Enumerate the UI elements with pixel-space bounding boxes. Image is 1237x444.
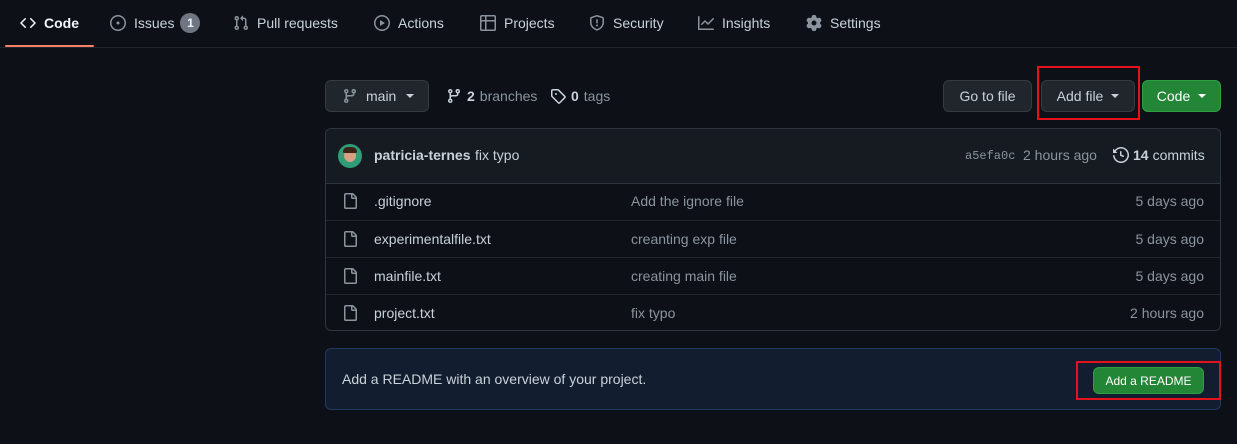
issues-count-badge: 1	[180, 13, 201, 33]
tab-actions[interactable]: Actions	[374, 0, 444, 46]
commit-time: 2 hours ago	[1023, 147, 1097, 163]
file-icon	[344, 231, 357, 247]
file-commit-message-link[interactable]: creanting exp file	[631, 231, 737, 247]
chevron-down-icon	[1198, 94, 1207, 98]
git-branch-icon	[447, 89, 460, 104]
tags-link[interactable]: 0 tags	[550, 88, 610, 104]
tab-code-label: Code	[44, 15, 79, 31]
git-pull-request-icon	[234, 15, 249, 31]
file-icon	[344, 193, 357, 209]
git-branch-icon	[343, 89, 356, 104]
play-icon	[374, 15, 390, 31]
code-dropdown-button[interactable]: Code	[1142, 80, 1221, 112]
latest-commit-bar: patricia-ternes fix typo a5efa0c 2 hours…	[326, 129, 1220, 184]
add-file-button[interactable]: Add file	[1041, 80, 1135, 112]
commit-sha-link[interactable]: a5efa0c	[965, 149, 1015, 163]
issue-opened-icon	[110, 15, 126, 31]
file-icon	[344, 305, 357, 321]
tag-icon	[551, 89, 566, 104]
add-file-label: Add file	[1056, 88, 1104, 104]
tags-label: tags	[583, 88, 611, 104]
commits-count: 14	[1133, 147, 1149, 163]
gear-icon	[806, 15, 822, 31]
tags-count: 0	[571, 88, 579, 104]
file-age: 5 days ago	[1135, 193, 1205, 209]
tab-projects-label: Projects	[504, 15, 555, 31]
selected-tab-underline	[5, 45, 94, 47]
readme-banner: Add a README with an overview of your pr…	[325, 348, 1221, 410]
tab-security[interactable]: Security	[589, 0, 664, 46]
file-icon	[344, 268, 357, 284]
file-row[interactable]: project.txt fix typo 2 hours ago	[326, 294, 1220, 330]
tab-actions-label: Actions	[398, 15, 444, 31]
tab-insights[interactable]: Insights	[698, 0, 770, 46]
graph-icon	[698, 16, 714, 30]
table-icon	[480, 15, 496, 31]
file-name-link[interactable]: mainfile.txt	[374, 268, 441, 284]
commit-author-link[interactable]: patricia-ternes	[374, 147, 470, 163]
file-browser: patricia-ternes fix typo a5efa0c 2 hours…	[325, 128, 1221, 331]
avatar[interactable]	[338, 144, 362, 168]
commit-message-link[interactable]: fix typo	[475, 147, 519, 163]
file-row[interactable]: experimentalfile.txt creanting exp file …	[326, 220, 1220, 257]
file-name-link[interactable]: project.txt	[374, 305, 435, 321]
tab-settings[interactable]: Settings	[806, 0, 881, 46]
branch-name: main	[366, 88, 397, 104]
file-commit-message-link[interactable]: fix typo	[631, 305, 675, 321]
chevron-down-icon	[1111, 94, 1120, 98]
shield-icon	[590, 15, 604, 31]
tab-security-label: Security	[613, 15, 664, 31]
go-to-file-button[interactable]: Go to file	[943, 80, 1032, 112]
repo-nav: Code Issues 1 Pull requests Actions Proj…	[0, 0, 1237, 48]
file-name-link[interactable]: .gitignore	[374, 193, 432, 209]
tab-insights-label: Insights	[722, 15, 771, 31]
readme-prompt-text: Add a README with an overview of your pr…	[342, 371, 647, 387]
branches-label: branches	[479, 88, 538, 104]
go-to-file-label: Go to file	[959, 88, 1016, 104]
commits-label: commits	[1152, 147, 1205, 163]
commits-history-link[interactable]: 14 commits	[1113, 147, 1205, 163]
chevron-down-icon	[406, 94, 415, 98]
file-age: 2 hours ago	[1130, 305, 1204, 321]
code-button-label: Code	[1156, 88, 1191, 104]
branches-count: 2	[467, 88, 475, 104]
file-age: 5 days ago	[1135, 231, 1205, 247]
tab-issues[interactable]: Issues 1	[110, 0, 201, 46]
tab-settings-label: Settings	[830, 15, 881, 31]
file-row[interactable]: mainfile.txt creating main file 5 days a…	[326, 257, 1220, 294]
file-age: 5 days ago	[1135, 268, 1205, 284]
file-row[interactable]: .gitignore Add the ignore file 5 days ag…	[326, 183, 1220, 220]
add-readme-button[interactable]: Add a README	[1093, 367, 1204, 394]
file-commit-message-link[interactable]: creating main file	[631, 268, 737, 284]
tab-projects[interactable]: Projects	[480, 0, 555, 46]
branch-select-button[interactable]: main	[325, 80, 429, 112]
code-icon	[20, 17, 36, 29]
file-name-link[interactable]: experimentalfile.txt	[374, 231, 491, 247]
file-commit-message-link[interactable]: Add the ignore file	[631, 193, 744, 209]
tab-code[interactable]: Code	[20, 0, 79, 46]
history-icon	[1113, 147, 1129, 163]
tab-pull-requests[interactable]: Pull requests	[233, 0, 338, 46]
tab-issues-label: Issues	[134, 15, 175, 31]
tab-pull-requests-label: Pull requests	[257, 15, 338, 31]
branches-link[interactable]: 2 branches	[446, 88, 537, 104]
